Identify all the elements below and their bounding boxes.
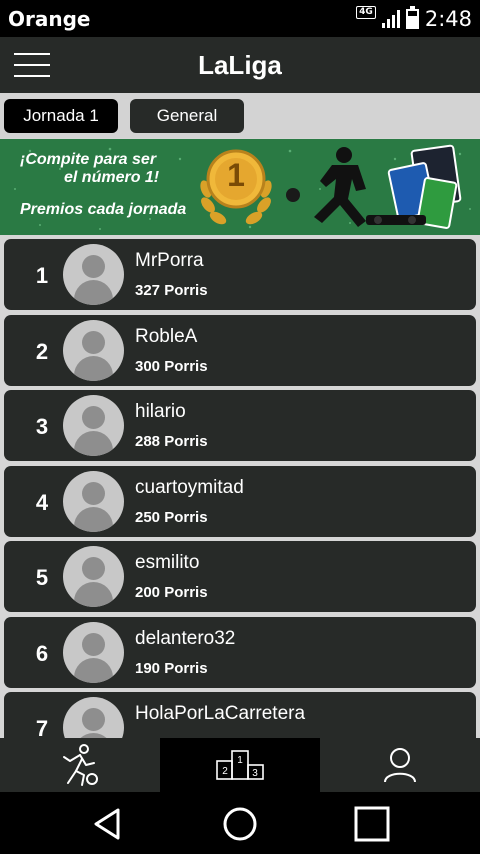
podium-label-third: 3 xyxy=(252,768,258,779)
rank-number: 6 xyxy=(35,641,49,666)
points: 200 Porris xyxy=(135,584,208,601)
podium-label-first: 1 xyxy=(237,755,243,766)
ranking-list[interactable]: 1 MrPorra 327 Porris 2 RobleA 300 Porris… xyxy=(0,236,480,738)
banner-subtitle: Premios cada jornada xyxy=(20,201,187,218)
ranking-row[interactable]: 2 RobleA 300 Porris xyxy=(4,315,476,386)
username: hilario xyxy=(135,401,186,422)
username: cuartoymitad xyxy=(135,477,244,498)
rank-number: 3 xyxy=(35,414,49,439)
player-kick-icon xyxy=(63,744,98,786)
menu-icon[interactable] xyxy=(14,53,50,77)
rank-number: 7 xyxy=(35,716,49,738)
ranking-row[interactable]: 5 esmilito 200 Porris xyxy=(4,541,476,612)
signal-strength-icon xyxy=(381,9,400,28)
avatar xyxy=(63,697,124,738)
system-navigation-bar xyxy=(0,792,480,854)
banner-headline-1: ¡Compite para ser xyxy=(20,151,157,168)
avatar xyxy=(63,546,124,607)
nav-ranking-button[interactable]: 1 2 3 xyxy=(160,738,320,792)
app-title: LaLiga xyxy=(198,49,282,80)
rank-number: 5 xyxy=(35,565,49,590)
tab-bar: Jornada 1 General xyxy=(0,93,480,138)
app-bar: LaLiga xyxy=(0,37,480,93)
avatar xyxy=(63,320,124,381)
username: esmilito xyxy=(135,552,200,573)
avatar xyxy=(63,244,124,305)
back-icon[interactable] xyxy=(88,804,128,844)
battery-icon xyxy=(405,5,419,29)
nav-profile-button[interactable] xyxy=(320,738,480,792)
football-icon xyxy=(286,188,300,202)
avatar xyxy=(63,471,124,532)
status-bar: Orange 4G 2:48 xyxy=(0,0,480,37)
recents-icon[interactable] xyxy=(352,804,392,844)
status-icons: 4G 2:48 xyxy=(356,5,472,31)
points: 250 Porris xyxy=(135,509,208,526)
medal-number: 1 xyxy=(227,157,245,193)
ranking-row[interactable]: 4 cuartoymitad 250 Porris xyxy=(4,466,476,537)
points: 300 Porris xyxy=(135,358,208,375)
ranking-row[interactable]: 7 HolaPorLaCarretera xyxy=(4,692,476,738)
rank-number: 2 xyxy=(35,339,49,364)
username: RobleA xyxy=(135,326,198,347)
home-icon[interactable] xyxy=(220,804,260,844)
ranking-row[interactable]: 3 hilario 288 Porris xyxy=(4,390,476,461)
banner-headline-2: el número 1! xyxy=(64,169,160,186)
username: HolaPorLaCarretera xyxy=(135,703,306,724)
points: 288 Porris xyxy=(135,433,208,450)
points: 327 Porris xyxy=(135,282,208,299)
podium-label-second: 2 xyxy=(222,766,228,777)
bottom-nav: 1 2 3 xyxy=(0,738,480,792)
promo-banner[interactable]: ¡Compite para ser el número 1! Premios c… xyxy=(0,139,480,235)
clock: 2:48 xyxy=(424,6,472,31)
console-controller-icon xyxy=(366,215,426,225)
ranking-row[interactable]: 6 delantero32 190 Porris xyxy=(4,617,476,688)
network-type-badge: 4G xyxy=(356,6,376,19)
user-icon xyxy=(384,748,416,783)
tab-general[interactable]: General xyxy=(130,98,244,133)
rank-number: 4 xyxy=(35,490,49,515)
avatar xyxy=(63,622,124,683)
points: 190 Porris xyxy=(135,660,208,677)
ranking-row[interactable]: 1 MrPorra 327 Porris xyxy=(4,239,476,310)
nav-matches-button[interactable] xyxy=(0,738,160,792)
username: delantero32 xyxy=(135,628,236,649)
avatar xyxy=(63,395,124,456)
podium-icon: 1 2 3 xyxy=(216,750,264,780)
username: MrPorra xyxy=(135,250,204,271)
carrier-name: Orange xyxy=(8,6,91,31)
tab-jornada[interactable]: Jornada 1 xyxy=(4,98,118,133)
rank-number: 1 xyxy=(35,263,49,288)
